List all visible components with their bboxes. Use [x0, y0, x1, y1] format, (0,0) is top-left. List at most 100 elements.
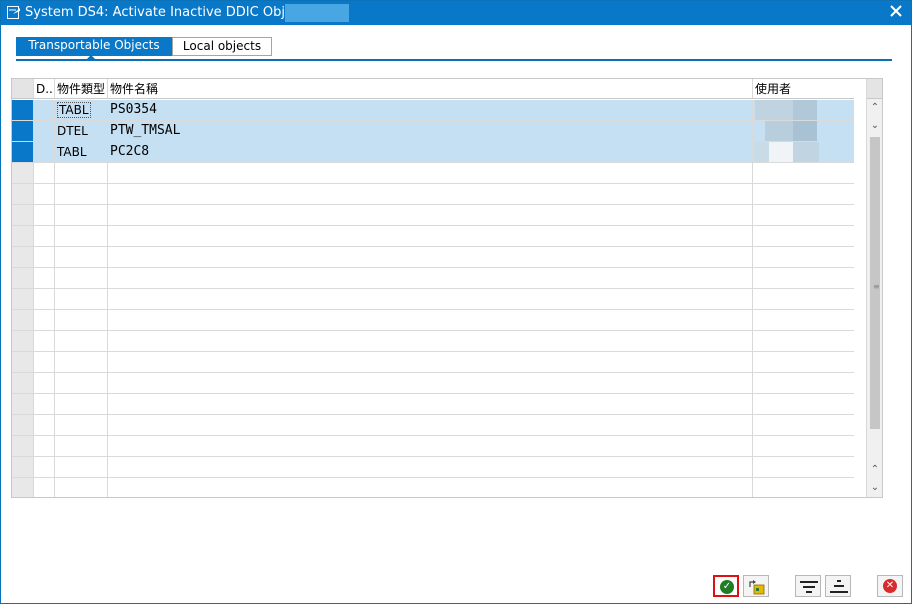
- empty-table-row[interactable]: [12, 163, 854, 184]
- row-selector[interactable]: [12, 373, 34, 393]
- row-selector[interactable]: [12, 184, 34, 204]
- empty-table-row[interactable]: [12, 331, 854, 352]
- sort-icon: [830, 580, 848, 597]
- table-cell: [55, 457, 108, 477]
- empty-table-row[interactable]: [12, 205, 854, 226]
- empty-table-row[interactable]: [12, 289, 854, 310]
- row-selector[interactable]: [12, 394, 34, 414]
- row-selector[interactable]: [12, 121, 34, 141]
- row-selector[interactable]: [12, 415, 34, 435]
- table-cell: [34, 247, 55, 267]
- object-name-cell[interactable]: PTW_TMSAL: [108, 121, 753, 141]
- column-header-d[interactable]: D..: [34, 79, 55, 98]
- object-type-cell[interactable]: TABL: [55, 100, 108, 120]
- empty-table-row[interactable]: [12, 457, 854, 478]
- sort-button[interactable]: [825, 575, 851, 597]
- table-cell: [753, 310, 854, 330]
- tab-notch: [87, 55, 95, 59]
- table-cell: [108, 268, 753, 288]
- vertical-scrollbar[interactable]: ⌃ ⌄ ≡ ⌃ ⌄: [866, 79, 882, 497]
- object-type-cell[interactable]: DTEL: [55, 121, 108, 141]
- table-cell: [55, 310, 108, 330]
- empty-table-row[interactable]: [12, 394, 854, 415]
- table-cell: [34, 142, 55, 162]
- table-row[interactable]: DTEL PTW_TMSAL: [12, 121, 854, 142]
- table-cell: [34, 121, 55, 141]
- row-selector[interactable]: [12, 352, 34, 372]
- empty-table-row[interactable]: [12, 478, 854, 497]
- window-menu-icon[interactable]: [7, 6, 21, 19]
- select-all-header[interactable]: [12, 79, 34, 98]
- row-selector[interactable]: [12, 142, 34, 162]
- window-title: System DS4: Activate Inactive DDIC Objec…: [25, 5, 329, 20]
- cancel-icon: ✕: [883, 579, 897, 593]
- column-header-object-type[interactable]: 物件類型: [55, 79, 108, 98]
- filter-icon: [800, 580, 818, 597]
- table-cell: [55, 184, 108, 204]
- empty-table-row[interactable]: [12, 247, 854, 268]
- table-cell: [34, 268, 55, 288]
- scroll-down-icon[interactable]: ⌄: [867, 117, 882, 135]
- scroll-up-icon[interactable]: ⌃: [867, 99, 882, 117]
- table-cell: [108, 352, 753, 372]
- table-cell: [55, 436, 108, 456]
- row-selector[interactable]: [12, 205, 34, 225]
- table-row[interactable]: TABL PS0354: [12, 100, 854, 121]
- table-cell: [55, 163, 108, 183]
- column-header-object-name[interactable]: 物件名稱: [108, 79, 753, 98]
- table-cell: [55, 247, 108, 267]
- table-cell: [753, 436, 854, 456]
- table-cell: [108, 373, 753, 393]
- tab-underline: [16, 59, 892, 61]
- column-header-user[interactable]: 使用者: [753, 79, 854, 98]
- scrollbar-thumb[interactable]: ≡: [870, 137, 880, 429]
- row-selector[interactable]: [12, 478, 34, 497]
- empty-table-row[interactable]: [12, 310, 854, 331]
- table-row[interactable]: TABL PC2C8: [12, 142, 854, 163]
- table-cell: [753, 373, 854, 393]
- empty-table-row[interactable]: [12, 373, 854, 394]
- empty-table-row[interactable]: [12, 268, 854, 289]
- object-type-cell[interactable]: TABL: [55, 142, 108, 162]
- generate-button[interactable]: [743, 575, 769, 597]
- row-selector[interactable]: [12, 310, 34, 330]
- table-cell: [55, 415, 108, 435]
- empty-table-row[interactable]: [12, 415, 854, 436]
- object-name-cell[interactable]: PS0354: [108, 100, 753, 120]
- generate-icon: [748, 579, 766, 598]
- empty-table-row[interactable]: [12, 436, 854, 457]
- filter-button[interactable]: [795, 575, 821, 597]
- empty-table-row[interactable]: [12, 226, 854, 247]
- title-bar[interactable]: System DS4: Activate Inactive DDIC Objec…: [1, 1, 911, 25]
- tab-transportable-objects[interactable]: Transportable Objects: [16, 37, 172, 56]
- scroll-page-up-icon[interactable]: ⌃: [867, 461, 882, 479]
- table-cell: [34, 457, 55, 477]
- table-cell: [108, 415, 753, 435]
- user-cell-redacted: [753, 121, 854, 141]
- row-selector[interactable]: [12, 163, 34, 183]
- scrollbar-header-cap: [867, 79, 882, 99]
- empty-table-row[interactable]: [12, 184, 854, 205]
- row-selector[interactable]: [12, 100, 34, 120]
- table-cell: [108, 247, 753, 267]
- table-header: D.. 物件類型 物件名稱 使用者: [12, 79, 854, 99]
- row-selector[interactable]: [12, 268, 34, 288]
- table-cell: [34, 205, 55, 225]
- row-selector[interactable]: [12, 226, 34, 246]
- row-selector[interactable]: [12, 247, 34, 267]
- row-selector[interactable]: [12, 289, 34, 309]
- object-type-value[interactable]: TABL: [57, 102, 91, 118]
- row-selector[interactable]: [12, 436, 34, 456]
- close-icon[interactable]: [887, 4, 905, 22]
- scroll-page-down-icon[interactable]: ⌄: [867, 479, 882, 497]
- table-cell: [753, 457, 854, 477]
- object-name-cell[interactable]: PC2C8: [108, 142, 753, 162]
- row-selector[interactable]: [12, 457, 34, 477]
- cancel-button[interactable]: ✕: [877, 575, 903, 597]
- table-cell: [108, 205, 753, 225]
- tab-local-objects[interactable]: Local objects: [172, 37, 272, 56]
- continue-button[interactable]: ✓: [713, 575, 739, 597]
- empty-table-row[interactable]: [12, 352, 854, 373]
- table-cell: [753, 247, 854, 267]
- row-selector[interactable]: [12, 331, 34, 351]
